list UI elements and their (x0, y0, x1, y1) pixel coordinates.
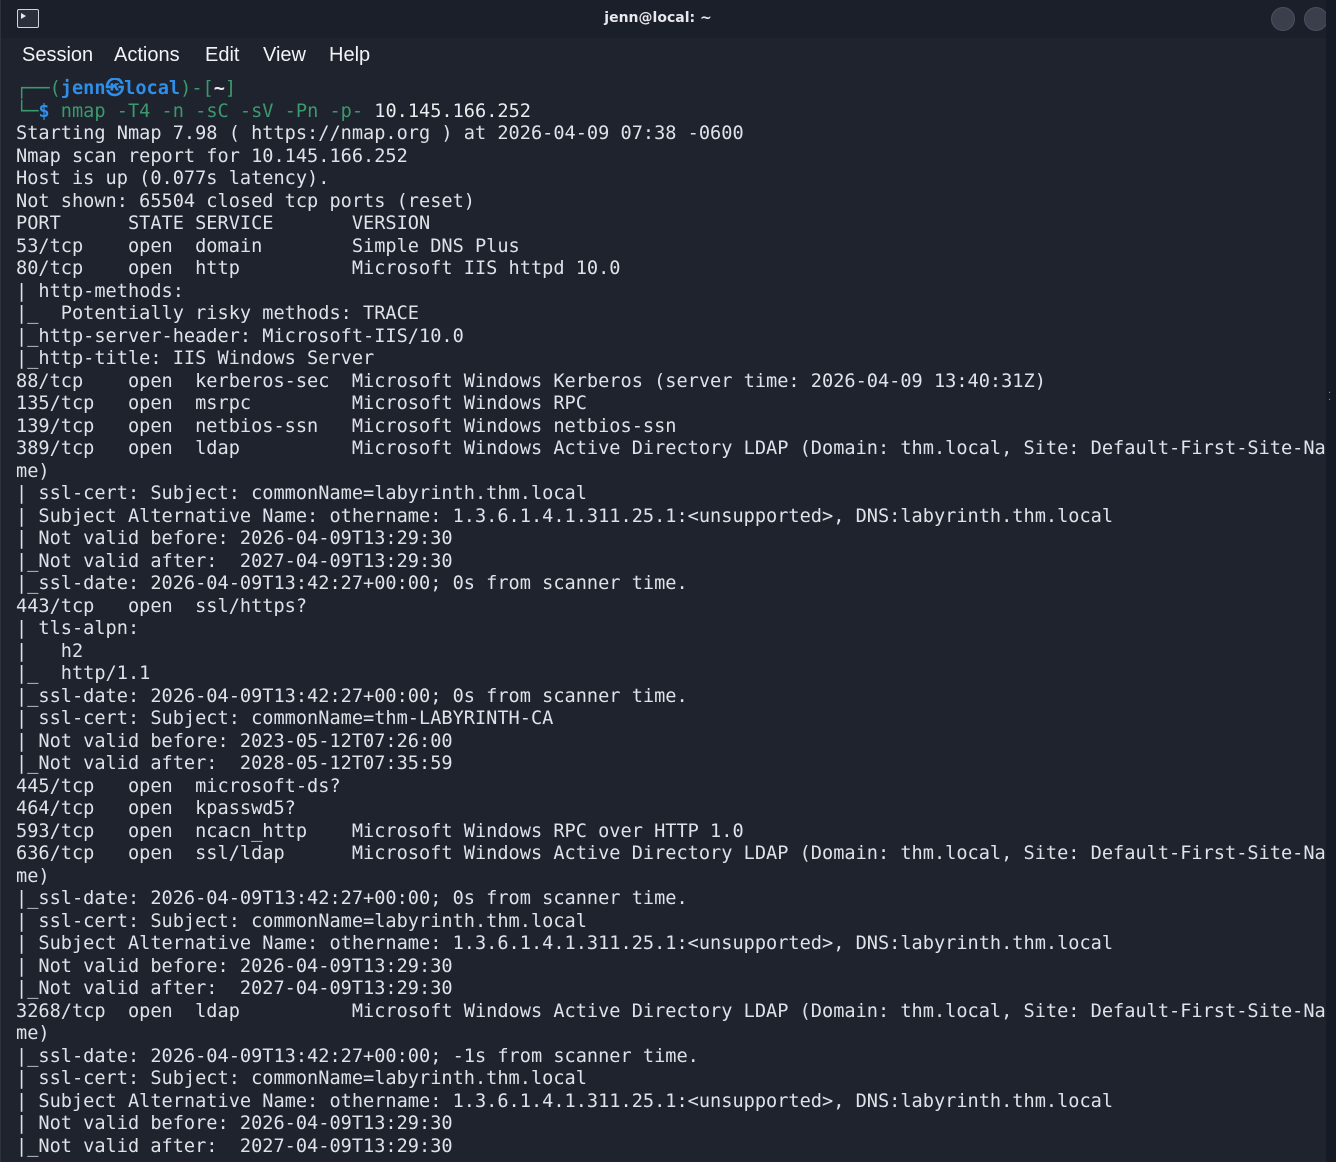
prompt-frame-mid: )-[ (180, 78, 214, 99)
prompt-frame-end: ] (224, 78, 237, 99)
terminal-output[interactable]: ┌──(jenn㉿local)-[~] └─$ nmap -T4 -n -sC … (16, 78, 1327, 1162)
output-line: |_ssl-date: 2026-04-09T13:42:27+00:00; -… (16, 1045, 699, 1067)
output-line: |_Not valid after: 2028-05-12T07:35:59 (16, 753, 453, 774)
output-line: |_ http/1.1 (16, 663, 151, 684)
output-line: 593/tcp open ncacn_http Microsoft Window… (16, 820, 744, 842)
output-line: | http-methods: (16, 280, 184, 302)
output-line: 3268/tcp open ldap Microsoft Windows Act… (16, 1000, 1326, 1022)
output-line: 636/tcp open ssl/ldap Microsoft Windows … (16, 843, 1326, 864)
output-line: 389/tcp open ldap Microsoft Windows Acti… (16, 438, 1326, 459)
output-line: 135/tcp open msrpc Microsoft Windows RPC (16, 393, 587, 414)
output-line: | Not valid before: 2026-04-09T13:29:30 (16, 528, 453, 549)
prompt-user-host: jenn㉿local (60, 78, 181, 99)
output-line: Not shown: 65504 closed tcp ports (reset… (16, 190, 475, 212)
output-line: | ssl-cert: Subject: commonName=thm-LABY… (16, 708, 554, 729)
scrollbar[interactable] (1326, 0, 1336, 1162)
output-line: Nmap scan report for 10.145.166.252 (16, 145, 408, 167)
output-line: me) (16, 865, 50, 887)
output-line: |_ssl-date: 2026-04-09T13:42:27+00:00; 0… (16, 685, 688, 707)
output-line: me) (16, 1023, 50, 1044)
output-line: |_Not valid after: 2027-04-09T13:29:30 (16, 978, 453, 999)
output-line: | tls-alpn: (16, 618, 140, 639)
output-line: 464/tcp open kpasswd5? (16, 798, 296, 819)
terminal-window: jenn@local: ~ Session Actions Edit View … (0, 0, 1328, 1162)
output-line: |_Not valid after: 2027-04-09T13:29:30 (16, 1135, 453, 1157)
menu-actions[interactable]: Actions (114, 44, 180, 67)
prompt-line-top: ┌──(jenn㉿local)-[~] (16, 78, 1327, 101)
window-title: jenn@local: ~ (604, 10, 712, 26)
menu-bar: Session Actions Edit View Help (1, 38, 1327, 72)
output-line: | h2 (16, 640, 84, 662)
output-line: |_ssl-date: 2026-04-09T13:42:27+00:00; 0… (16, 888, 688, 909)
output-line: 443/tcp open ssl/https? (16, 595, 308, 617)
output-line: Starting Nmap 7.98 ( https://nmap.org ) … (16, 123, 744, 144)
output-line: 139/tcp open netbios-ssn Microsoft Windo… (16, 415, 677, 437)
output-line: 80/tcp open http Microsoft IIS httpd 10.… (16, 258, 621, 279)
minimize-button-icon[interactable] (1271, 7, 1295, 31)
output-line: 88/tcp open kerberos-sec Microsoft Windo… (16, 370, 1046, 392)
output-line: | ssl-cert: Subject: commonName=labyrint… (16, 1068, 587, 1089)
menu-edit[interactable]: Edit (205, 44, 239, 67)
output-line: 445/tcp open microsoft-ds? (16, 775, 341, 797)
output-line: | Subject Alternative Name: othername: 1… (16, 933, 1114, 954)
output-line: |_ssl-date: 2026-04-09T13:42:27+00:00; 0… (16, 573, 688, 594)
scroll-handle-icon[interactable]: · · (1328, 389, 1333, 406)
output-line: Host is up (0.077s latency). (16, 168, 330, 189)
prompt-dollar: $ (38, 100, 50, 122)
output-line: | Not valid before: 2026-04-09T13:29:30 (16, 1113, 453, 1134)
menu-view[interactable]: View (263, 44, 306, 67)
prompt-frame: ┌──( (16, 78, 61, 99)
output-line: | ssl-cert: Subject: commonName=labyrint… (16, 483, 587, 504)
command-target: 10.145.166.252 (374, 100, 531, 122)
output-line: | Not valid before: 2026-04-09T13:29:30 (16, 955, 453, 977)
output-line: |_http-server-header: Microsoft-IIS/10.0 (16, 325, 464, 347)
output-line: |_ Potentially risky methods: TRACE (16, 303, 419, 324)
menu-session[interactable]: Session (22, 44, 93, 67)
prompt-line-command: └─$ nmap -T4 -n -sC -sV -Pn -p- 10.145.1… (16, 101, 1327, 124)
prompt-path: ~ (213, 78, 225, 99)
menu-help[interactable]: Help (329, 44, 370, 67)
output-line: |_Not valid after: 2027-04-09T13:29:30 (16, 550, 453, 572)
output-line: | Subject Alternative Name: othername: 1… (16, 1090, 1114, 1112)
output-line: PORT STATE SERVICE VERSION (16, 213, 431, 234)
output-line: | ssl-cert: Subject: commonName=labyrint… (16, 910, 587, 932)
close-button-icon[interactable] (1304, 7, 1328, 31)
output-line: me) (16, 460, 50, 482)
command-text: nmap -T4 -n -sC -sV -Pn -p- (60, 100, 364, 122)
output-line: |_http-title: IIS Windows Server (16, 348, 375, 369)
output-line: 53/tcp open domain Simple DNS Plus (16, 235, 520, 257)
output-line: | Subject Alternative Name: othername: 1… (16, 505, 1114, 527)
prompt-frame-bottom: └─ (16, 100, 39, 122)
output-line: | Not valid before: 2023-05-12T07:26:00 (16, 730, 453, 752)
title-bar[interactable]: jenn@local: ~ (1, 0, 1328, 38)
